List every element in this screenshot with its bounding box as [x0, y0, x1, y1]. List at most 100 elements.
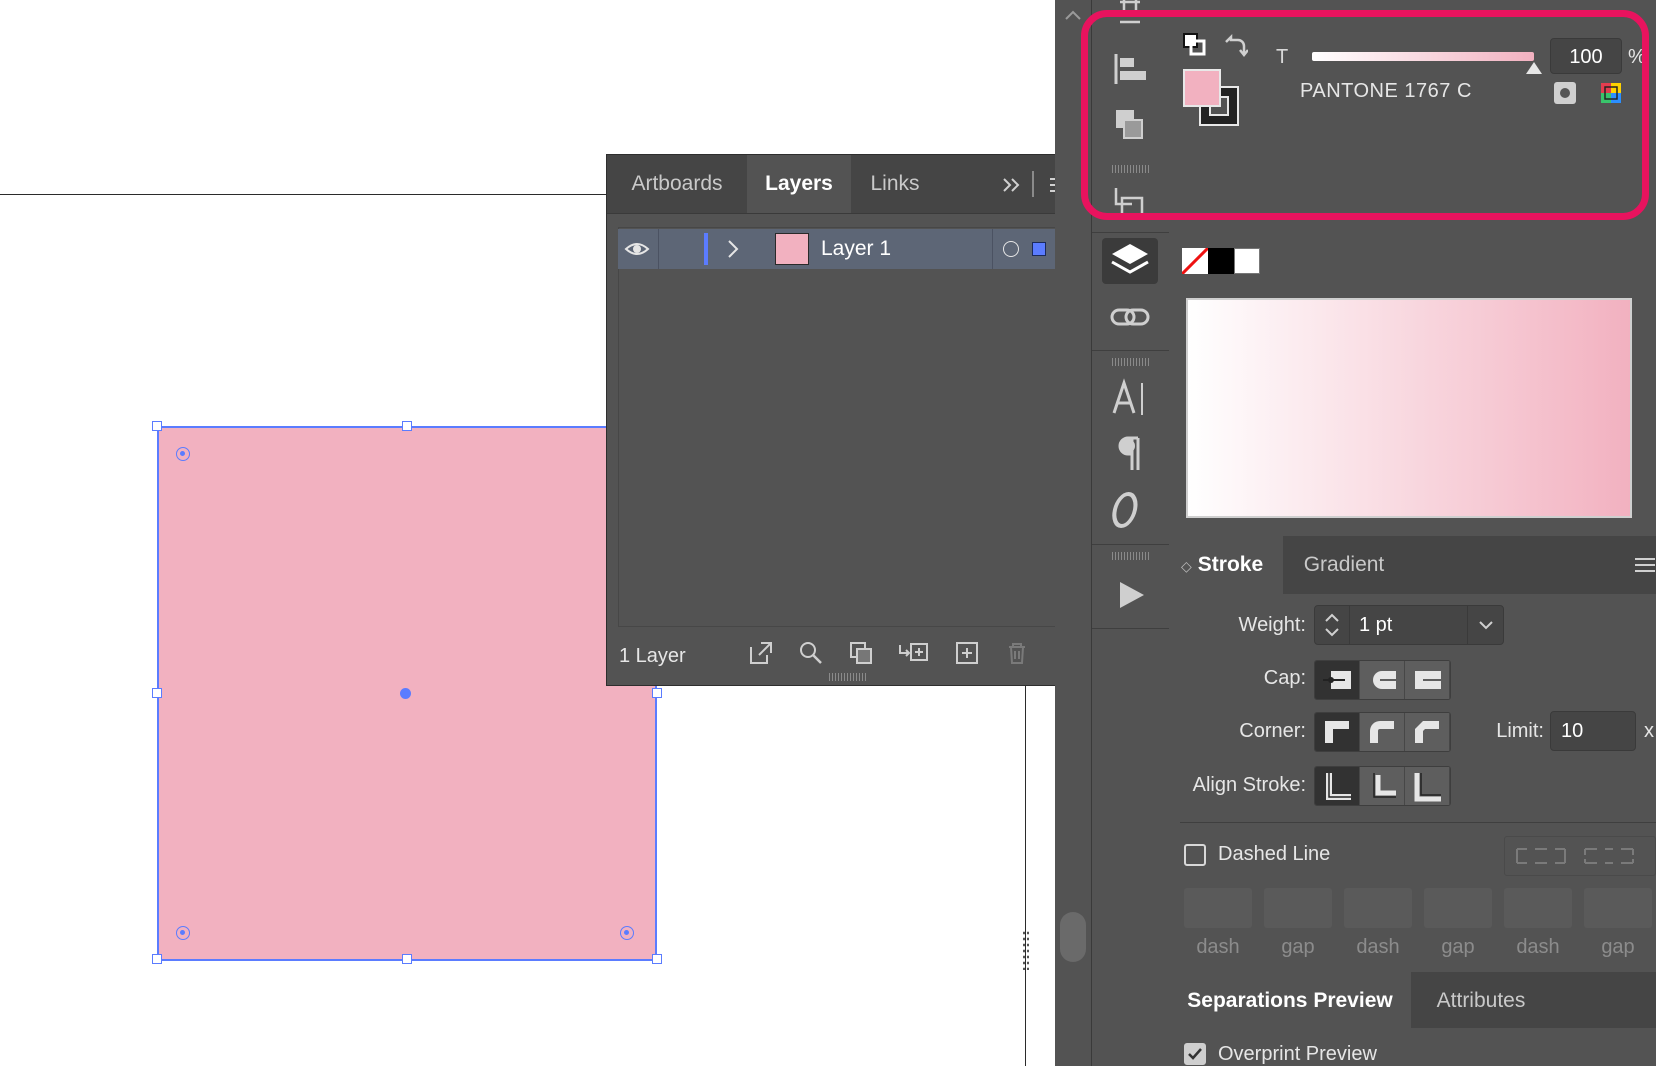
dash-label-3: dash [1516, 936, 1560, 958]
field-divider [1467, 606, 1468, 644]
black-swatch[interactable] [1208, 248, 1234, 274]
strip-separator [1092, 232, 1170, 233]
actions-play-icon[interactable] [1102, 572, 1158, 618]
corner-radius-widget-bottom-right[interactable] [620, 926, 634, 940]
weight-stepper-icon[interactable] [1321, 610, 1343, 640]
align-outside-icon[interactable] [1405, 767, 1450, 805]
handle-top-left[interactable] [152, 421, 162, 431]
opentype-panel-icon[interactable] [1102, 486, 1158, 532]
layers-panel: Artboards Layers Links Layer 1 1 Layer [606, 154, 1088, 686]
bevel-join-icon[interactable] [1405, 713, 1450, 751]
artboard-dotted-guide [1022, 930, 1030, 970]
delete-trash-icon[interactable] [1003, 639, 1031, 667]
handle-top-center[interactable] [402, 421, 412, 431]
handle-bottom-center[interactable] [402, 954, 412, 964]
clipping-mask-icon[interactable] [847, 639, 875, 667]
round-cap-icon[interactable] [1360, 661, 1405, 699]
layers-panel-icon[interactable] [1102, 238, 1158, 284]
expand-chevron-icon[interactable] [722, 237, 744, 261]
dash-gap-fields: dash gap dash gap dash gap [1184, 888, 1656, 968]
corner-radius-widget-top-left[interactable] [176, 447, 190, 461]
handle-middle-right[interactable] [652, 688, 662, 698]
align-inside-icon[interactable] [1360, 767, 1405, 805]
dashed-line-label: Dashed Line [1218, 843, 1331, 865]
tab-layers[interactable]: Layers [747, 155, 851, 213]
panel-group-grip[interactable] [1112, 552, 1150, 560]
collect-export-icon[interactable] [747, 639, 775, 667]
dock-scrollbar-thumb[interactable] [1060, 912, 1086, 962]
dash-field-1[interactable] [1184, 888, 1252, 928]
new-sublayer-icon[interactable] [897, 639, 931, 667]
panel-expand-icon[interactable] [999, 172, 1025, 198]
align-center-icon[interactable] [1315, 767, 1360, 805]
tab-links[interactable]: Links [851, 155, 939, 213]
panel-resize-grip[interactable] [829, 673, 867, 681]
gap-field-3[interactable] [1584, 888, 1652, 928]
layer-thumbnail [775, 233, 809, 265]
selection-square-icon[interactable] [1032, 242, 1046, 256]
round-join-icon[interactable] [1360, 713, 1405, 751]
section-divider [1180, 822, 1656, 823]
cap-options [1314, 660, 1451, 700]
paragraph-panel-icon[interactable] [1102, 430, 1158, 476]
dash-field-2[interactable] [1344, 888, 1412, 928]
separations-panel-tabs: Separations Preview Attributes [1169, 972, 1656, 1030]
dashed-line-checkbox[interactable] [1184, 844, 1206, 866]
tab-attributes[interactable]: Attributes [1411, 972, 1551, 1030]
handle-bottom-right[interactable] [652, 954, 662, 964]
field-divider [1349, 606, 1350, 644]
layer-name[interactable]: Layer 1 [821, 229, 891, 269]
collapse-chevron-up-icon[interactable] [1061, 4, 1085, 28]
miter-join-icon[interactable] [1315, 713, 1360, 751]
dash-label-2: dash [1356, 936, 1400, 958]
corner-radius-widget-bottom-left[interactable] [176, 926, 190, 940]
gap-label-1: gap [1281, 936, 1315, 958]
tab-divider [1032, 171, 1034, 197]
panel-group-grip[interactable] [1112, 358, 1150, 366]
handle-bottom-left[interactable] [152, 954, 162, 964]
handle-middle-left[interactable] [152, 688, 162, 698]
new-layer-icon[interactable] [953, 639, 981, 667]
strip-separator [1092, 350, 1170, 351]
layer-row[interactable]: Layer 1 [618, 229, 1076, 269]
gap-label-2: gap [1441, 936, 1475, 958]
corner-options [1314, 712, 1451, 752]
none-swatch[interactable] [1180, 246, 1210, 276]
weight-field[interactable]: 1 pt [1314, 605, 1504, 645]
layer-color-bar [704, 233, 708, 265]
layers-panel-tabs: Artboards Layers Links [607, 155, 1087, 214]
weight-dropdown-chevron-icon[interactable] [1475, 614, 1497, 636]
tab-stroke[interactable]: ◇ Stroke [1169, 536, 1283, 594]
overprint-preview-label: Overprint Preview [1218, 1043, 1377, 1065]
search-icon[interactable] [797, 639, 825, 667]
butt-cap-icon[interactable] [1315, 661, 1360, 699]
stroke-panel-menu-icon[interactable] [1633, 554, 1655, 576]
dash-field-3[interactable] [1504, 888, 1572, 928]
artboard-edge-right [1025, 685, 1026, 1066]
gap-field-1[interactable] [1264, 888, 1332, 928]
tab-artboards[interactable]: Artboards [607, 155, 747, 213]
weight-value[interactable]: 1 pt [1359, 606, 1392, 644]
artboard-edge-top [0, 194, 620, 195]
tab-gradient[interactable]: Gradient [1283, 536, 1405, 594]
dash-exact-icon[interactable] [1513, 845, 1569, 867]
gap-field-2[interactable] [1424, 888, 1492, 928]
target-circle-icon[interactable] [1003, 241, 1019, 257]
white-swatch[interactable] [1234, 248, 1260, 274]
dash-align-corners-icon[interactable] [1581, 845, 1637, 867]
quick-swatches [1180, 246, 1262, 276]
align-stroke-label: Align Stroke: [1192, 774, 1306, 796]
projecting-cap-icon[interactable] [1405, 661, 1450, 699]
tint-spectrum[interactable] [1186, 298, 1632, 518]
visibility-eye-icon[interactable] [624, 237, 650, 261]
links-panel-icon[interactable] [1102, 294, 1158, 340]
cap-label: Cap: [1263, 667, 1306, 689]
overprint-preview-checkbox[interactable] [1184, 1043, 1206, 1065]
dash-alignment-options [1504, 836, 1656, 876]
layers-list [618, 227, 1076, 627]
limit-input[interactable]: 10 [1550, 711, 1636, 751]
character-panel-icon[interactable] [1102, 375, 1158, 421]
center-point[interactable] [400, 688, 411, 699]
strip-separator [1092, 628, 1170, 629]
tab-separations-preview[interactable]: Separations Preview [1169, 972, 1411, 1030]
